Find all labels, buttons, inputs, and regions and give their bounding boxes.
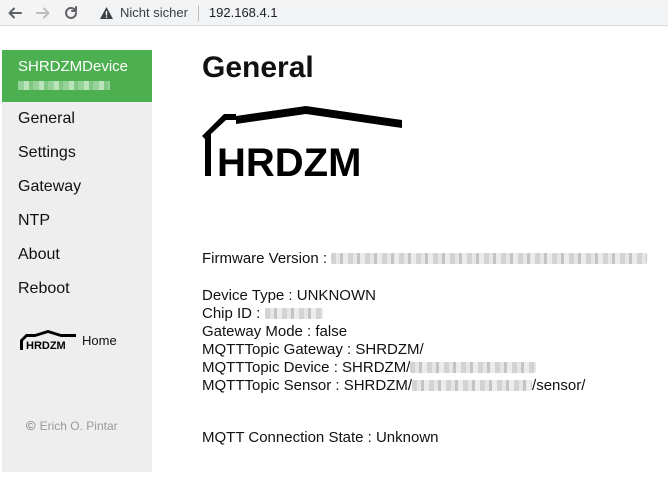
- mqtt-gateway-row: MQTTTopic Gateway : SHRDZM/: [202, 341, 424, 358]
- shrdzm-small-logo: HRDZM: [20, 330, 76, 352]
- device-id-redacted: [18, 81, 110, 90]
- mqtt-sensor-row: MQTTTopic Sensor : SHRDZM/ /sensor/: [202, 377, 585, 395]
- sidebar-item-settings[interactable]: Settings: [2, 136, 152, 170]
- sidebar-item-reboot[interactable]: Reboot: [2, 272, 152, 306]
- security-status[interactable]: Nicht sicher: [120, 5, 188, 20]
- device-name: SHRDZMDevice: [18, 58, 129, 75]
- mqtt-device-label: MQTTTopic Device : SHRDZM/: [202, 359, 411, 376]
- chip-id-redacted: [264, 308, 323, 319]
- mqtt-sensor-suffix: /sensor/: [532, 377, 586, 394]
- page-title: General: [202, 51, 314, 84]
- shrdzm-logo: HRDZM: [202, 106, 402, 178]
- forward-arrow-icon[interactable]: [32, 2, 54, 24]
- mqtt-sensor-label: MQTTTopic Sensor : SHRDZM/: [202, 377, 413, 394]
- url-text[interactable]: 192.168.4.1: [209, 5, 278, 20]
- sidebar-header: SHRDZMDevice: [2, 50, 152, 102]
- sidebar-item-gateway[interactable]: Gateway: [2, 170, 152, 204]
- reload-icon[interactable]: [60, 2, 82, 24]
- firmware-section: Firmware Version :: [202, 250, 648, 268]
- logo-text: HRDZM: [217, 141, 361, 178]
- sidebar-item-general[interactable]: General: [2, 102, 152, 136]
- device-type-row: Device Type : UNKNOWN: [202, 287, 376, 304]
- device-info-section: Device Type : UNKNOWN Chip ID : Gateway …: [202, 287, 585, 395]
- copyright-icon: ©: [26, 418, 36, 433]
- gateway-mode-row: Gateway Mode : false: [202, 323, 348, 340]
- browser-toolbar: Nicht sicher 192.168.4.1: [0, 0, 668, 26]
- mqtt-sensor-redacted: [412, 380, 533, 391]
- copyright-text: Erich O. Pintar: [39, 419, 118, 433]
- address-bar[interactable]: Nicht sicher 192.168.4.1: [92, 1, 668, 24]
- svg-text:HRDZM: HRDZM: [26, 340, 66, 352]
- address-divider: [197, 4, 199, 21]
- mqtt-connection-state: MQTT Connection State : Unknown: [202, 429, 439, 446]
- sidebar-item-about[interactable]: About: [2, 238, 152, 272]
- mqtt-state-section: MQTT Connection State : Unknown: [202, 429, 439, 447]
- copyright-notice: © Erich O. Pintar: [26, 418, 118, 433]
- home-link[interactable]: HRDZM Home: [2, 328, 152, 352]
- chip-id-label: Chip ID :: [202, 305, 265, 322]
- main-content: General HRDZM: [202, 50, 662, 178]
- sidebar: SHRDZMDevice General Settings Gateway NT…: [2, 50, 152, 472]
- back-arrow-icon[interactable]: [4, 2, 26, 24]
- firmware-version-row: Firmware Version :: [202, 250, 648, 268]
- home-label[interactable]: Home: [82, 333, 117, 348]
- warning-icon[interactable]: [98, 5, 114, 21]
- sidebar-item-ntp[interactable]: NTP: [2, 204, 152, 238]
- chip-id-row: Chip ID :: [202, 305, 585, 323]
- sidebar-menu: General Settings Gateway NTP About Reboo…: [2, 102, 152, 306]
- mqtt-device-row: MQTTTopic Device : SHRDZM/: [202, 359, 585, 377]
- firmware-value-redacted: [331, 253, 648, 264]
- mqtt-device-redacted: [410, 362, 537, 373]
- firmware-label: Firmware Version :: [202, 250, 332, 267]
